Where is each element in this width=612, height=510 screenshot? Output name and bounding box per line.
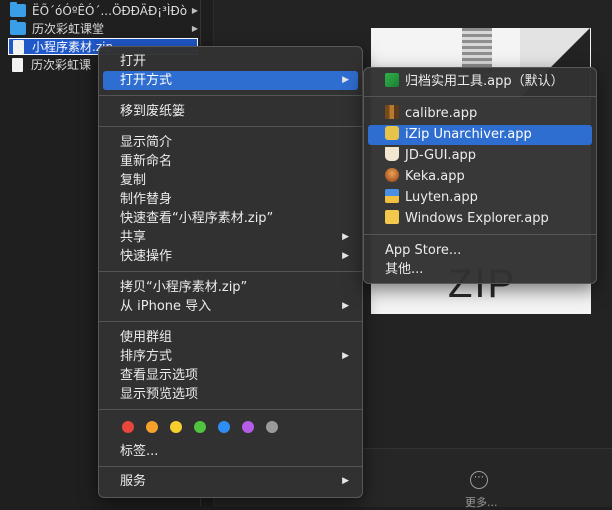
context-menu: 打开 打开方式 ▶ 移到废纸篓 显示简介 重新命名 复制 制作替身 快速查看“小…: [98, 46, 363, 498]
menu-item-label: 从 iPhone 导入: [120, 299, 212, 314]
tag-orange-dot[interactable]: [146, 421, 158, 433]
open-with-submenu: 归档实用工具.app（默认） calibre.app iZip Unarchiv…: [363, 67, 597, 284]
file-row-folder-2[interactable]: 历次彩虹课堂 ▶: [10, 20, 200, 37]
submenu-item-jd-gui[interactable]: JD-GUI.app: [368, 146, 592, 166]
menu-item-show-preview-options[interactable]: 显示预览选项: [103, 385, 358, 404]
submenu-item-app-store[interactable]: App Store...: [368, 241, 592, 261]
submenu-item-windows-explorer[interactable]: Windows Explorer.app: [368, 209, 592, 229]
menu-separator: [364, 234, 596, 235]
submenu-arrow-icon: ▶: [342, 232, 349, 242]
tag-blue-dot[interactable]: [218, 421, 230, 433]
tag-green-dot[interactable]: [194, 421, 206, 433]
menu-separator: [99, 409, 362, 410]
submenu-arrow-icon: ▶: [342, 251, 349, 261]
disclosure-arrow-icon: ▶: [191, 24, 198, 33]
menu-item-open[interactable]: 打开: [103, 52, 358, 71]
more-icon[interactable]: ⋯: [470, 471, 488, 489]
menu-item-tags[interactable]: 标签...: [103, 442, 358, 461]
app-label: Windows Explorer.app: [405, 211, 549, 226]
luyten-icon: [385, 189, 399, 203]
submenu-item-archive-utility[interactable]: 归档实用工具.app（默认）: [368, 72, 592, 92]
app-label: calibre.app: [405, 106, 478, 121]
menu-item-import-from-iphone[interactable]: 从 iPhone 导入 ▶: [103, 297, 358, 316]
menu-item-copy[interactable]: 拷贝“小程序素材.zip”: [103, 278, 358, 297]
menu-item-show-view-options[interactable]: 查看显示选项: [103, 366, 358, 385]
submenu-item-izip-unarchiver[interactable]: iZip Unarchiver.app: [368, 125, 592, 145]
archive-utility-icon: [385, 73, 399, 87]
keka-icon: [385, 168, 399, 182]
document-icon: [12, 57, 23, 72]
menu-item-services[interactable]: 服务 ▶: [103, 472, 358, 491]
tag-purple-dot[interactable]: [242, 421, 254, 433]
menu-item-make-alias[interactable]: 制作替身: [103, 190, 358, 209]
file-name: ËÕ´óÓºÊÓ´...ÖÐÐÄÐ¡³ÌÐò: [32, 3, 188, 18]
disclosure-arrow-icon: ▶: [191, 6, 198, 15]
folder-icon: [10, 2, 26, 17]
zip-file-icon: [13, 39, 24, 54]
coffee-cup-icon: [385, 147, 399, 161]
menu-item-quick-actions[interactable]: 快速操作 ▶: [103, 247, 358, 266]
menu-item-quick-look[interactable]: 快速查看“小程序素材.zip”: [103, 209, 358, 228]
submenu-arrow-icon: ▶: [342, 75, 349, 85]
app-label: iZip Unarchiver.app: [405, 127, 532, 142]
menu-separator: [364, 96, 596, 97]
menu-item-duplicate[interactable]: 复制: [103, 171, 358, 190]
tag-yellow-dot[interactable]: [170, 421, 182, 433]
menu-separator: [99, 126, 362, 127]
menu-item-label: 排序方式: [120, 349, 173, 364]
app-label: 归档实用工具.app（默认）: [405, 74, 564, 89]
more-label[interactable]: 更多...: [465, 494, 498, 510]
submenu-item-keka[interactable]: Keka.app: [368, 167, 592, 187]
submenu-arrow-icon: ▶: [342, 476, 349, 486]
menu-item-move-to-trash[interactable]: 移到废纸篓: [103, 102, 358, 121]
file-row-folder-1[interactable]: ËÕ´óÓºÊÓ´...ÖÐÐÄÐ¡³ÌÐò ▶: [10, 2, 200, 19]
app-label: JD-GUI.app: [405, 148, 477, 163]
tag-color-row: [122, 421, 290, 433]
menu-separator: [99, 271, 362, 272]
submenu-item-luyten[interactable]: Luyten.app: [368, 188, 592, 208]
menu-item-label: 共享: [120, 230, 147, 245]
menu-separator: [99, 466, 362, 467]
menu-item-label: 快速操作: [120, 249, 173, 264]
menu-item-label: 打开方式: [120, 73, 173, 88]
submenu-arrow-icon: ▶: [342, 301, 349, 311]
menu-item-open-with[interactable]: 打开方式 ▶: [103, 71, 358, 90]
tag-red-dot[interactable]: [122, 421, 134, 433]
submenu-item-calibre[interactable]: calibre.app: [368, 104, 592, 124]
submenu-item-other[interactable]: 其他...: [368, 260, 592, 280]
file-name: 历次彩虹课堂: [32, 22, 105, 36]
folder-app-icon: [385, 210, 399, 224]
folder-icon: [10, 20, 26, 35]
calibre-icon: [385, 105, 399, 119]
izip-icon: [385, 126, 399, 140]
menu-item-share[interactable]: 共享 ▶: [103, 228, 358, 247]
menu-item-get-info[interactable]: 显示简介: [103, 133, 358, 152]
menu-separator: [99, 95, 362, 96]
menu-item-label: 服务: [120, 474, 147, 489]
menu-item-sort-by[interactable]: 排序方式 ▶: [103, 347, 358, 366]
tag-gray-dot[interactable]: [266, 421, 278, 433]
menu-separator: [99, 321, 362, 322]
menu-item-rename[interactable]: 重新命名: [103, 152, 358, 171]
menu-item-use-groups[interactable]: 使用群组: [103, 328, 358, 347]
app-label: Keka.app: [405, 169, 465, 184]
app-label: Luyten.app: [405, 190, 478, 205]
file-name: 历次彩虹课: [31, 58, 92, 72]
submenu-arrow-icon: ▶: [342, 351, 349, 361]
